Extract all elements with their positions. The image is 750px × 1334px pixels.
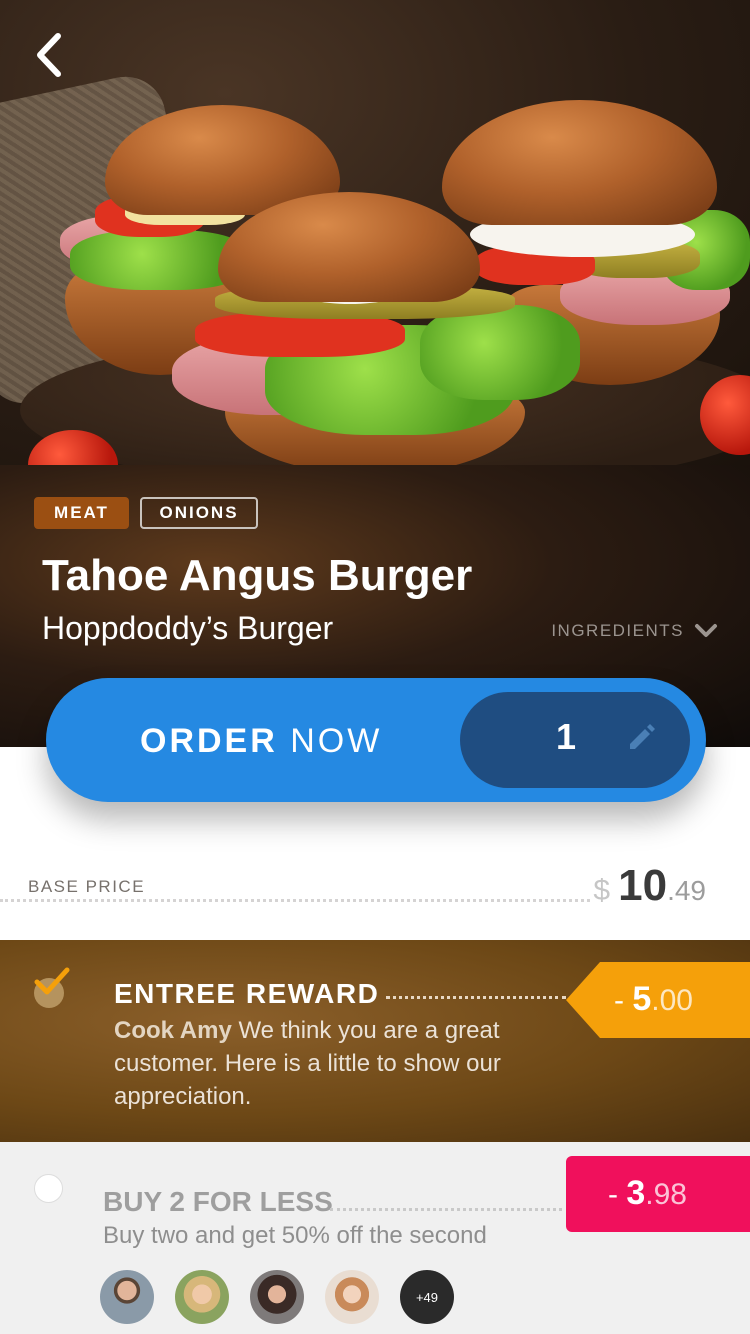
base-price-label: BASE PRICE <box>28 877 146 896</box>
order-now-label: ORDER NOW <box>140 722 383 760</box>
avatar[interactable] <box>100 1270 154 1324</box>
avatar[interactable] <box>325 1270 379 1324</box>
buy2-title: BUY 2 FOR LESS <box>103 1186 333 1217</box>
checkmark-icon <box>34 967 70 995</box>
hero-photo <box>0 0 750 465</box>
restaurant-name: Hoppdoddy’s Burger <box>42 610 334 646</box>
product-title: Tahoe Angus Burger <box>42 551 473 600</box>
reward-description: Cook Amy We think you are a great custom… <box>114 1017 501 1110</box>
pencil-icon <box>630 724 655 749</box>
avatar[interactable] <box>250 1270 304 1324</box>
reward-discount-value: - 5.00 <box>614 980 693 1018</box>
buy2-option[interactable]: BUY 2 FOR LESS Buy two and get 50% off t… <box>0 1142 750 1334</box>
buy2-description: Buy two and get 50% off the second <box>103 1222 487 1249</box>
entree-reward-option[interactable]: ENTREE REWARD Cook Amy We think you are … <box>0 940 750 1142</box>
back-chevron-icon <box>37 33 61 77</box>
buy2-discount-value: - 3.98 <box>608 1174 687 1212</box>
quantity-value: 1 <box>556 716 577 757</box>
radio-icon[interactable] <box>34 1174 63 1203</box>
dotted-leader <box>0 899 590 902</box>
base-price-row: BASE PRICE $10.49 <box>0 855 750 915</box>
buy2-discount-tag: - 3.98 <box>566 1156 750 1232</box>
ingredients-toggle[interactable]: INGREDIENTS <box>551 621 718 641</box>
order-now-button[interactable]: ORDER NOW 1 <box>46 678 706 802</box>
base-price-value: $10.49 <box>593 861 706 910</box>
avatar[interactable] <box>175 1270 229 1324</box>
tag-meat: MEAT <box>34 497 129 529</box>
chevron-down-icon <box>695 624 717 637</box>
reward-title: ENTREE REWARD <box>114 978 380 1009</box>
avatar-group: +49 <box>100 1270 454 1324</box>
ingredients-label: INGREDIENTS <box>551 621 684 640</box>
back-button[interactable] <box>24 30 74 80</box>
quantity-selector[interactable]: 1 <box>460 692 690 788</box>
reward-checkbox[interactable] <box>34 967 70 1008</box>
dotted-leader <box>330 1208 562 1211</box>
reward-discount-tag: - 5.00 <box>566 962 750 1038</box>
tag-onions: ONIONS <box>140 497 258 529</box>
dotted-leader <box>386 996 566 999</box>
more-avatars-count[interactable]: +49 <box>400 1270 454 1324</box>
